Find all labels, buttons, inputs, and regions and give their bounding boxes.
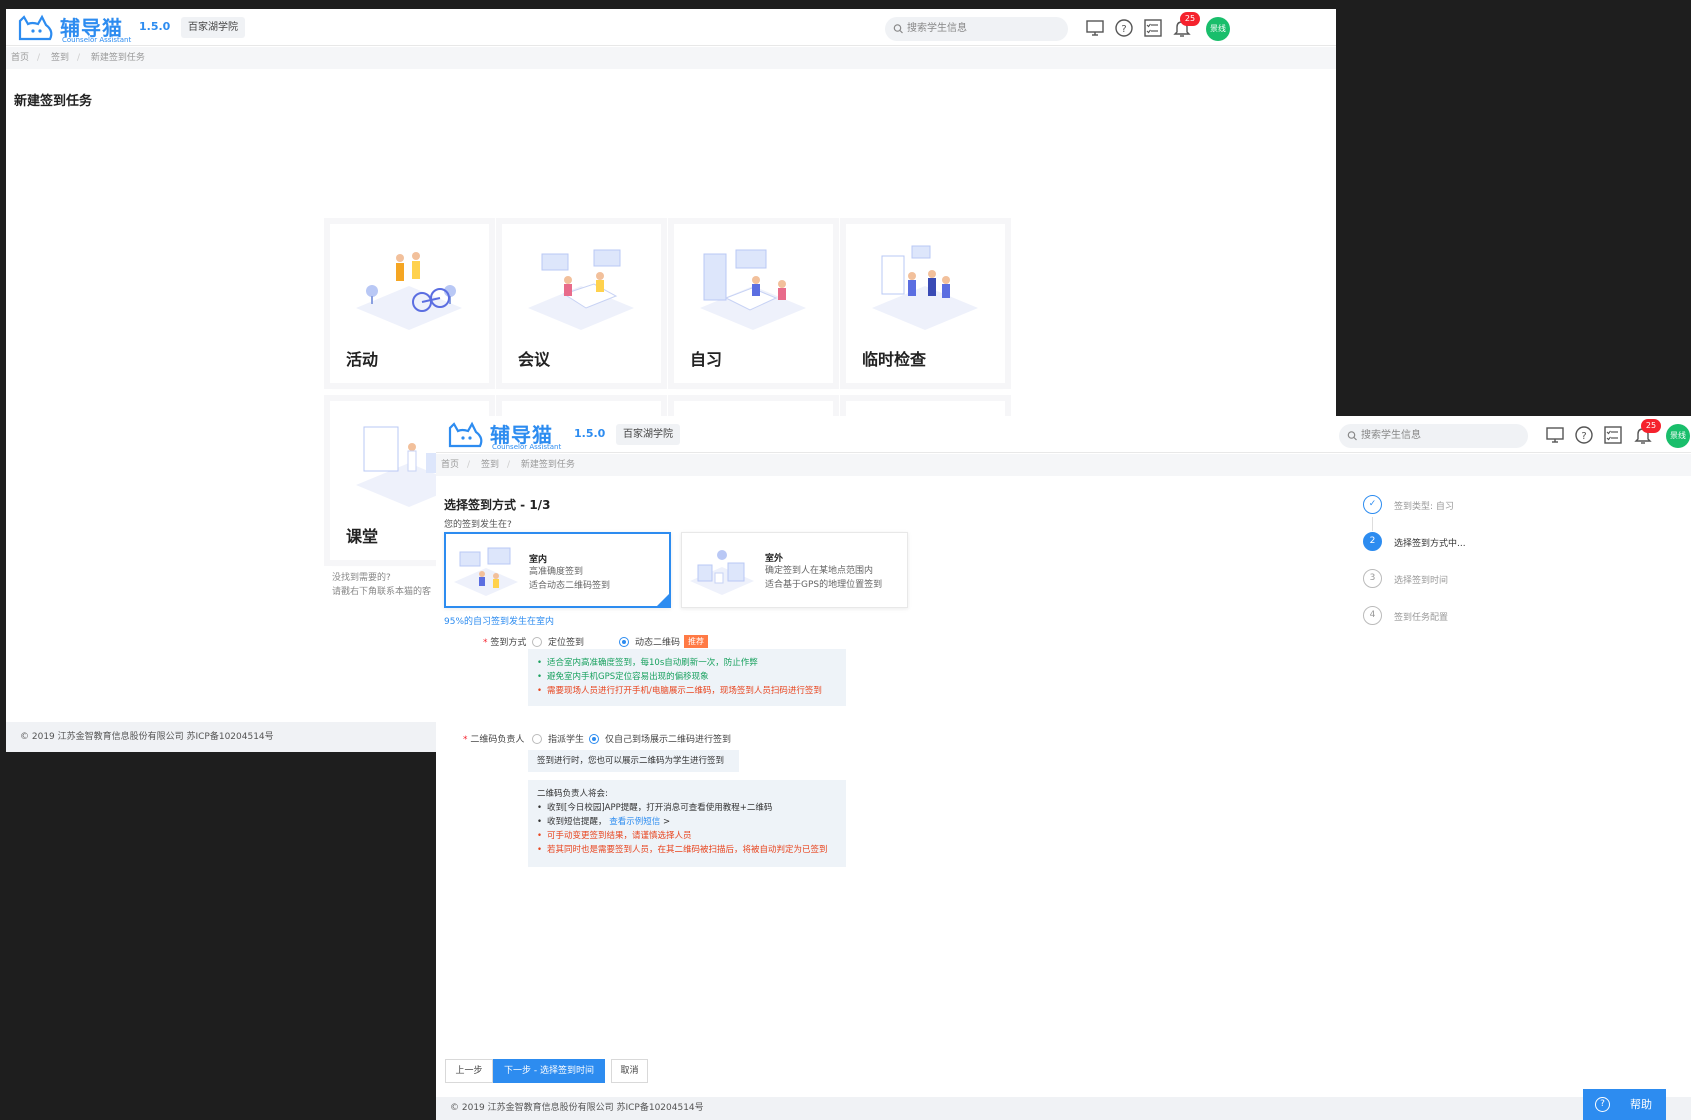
card-label: 课堂 (346, 527, 379, 546)
prev-button[interactable]: 上一步 (445, 1059, 493, 1083)
search-input[interactable]: 搜索学生信息 (1339, 424, 1528, 448)
radio-assign-student[interactable]: 指派学生 (532, 732, 584, 745)
qrcode-tips: 适合室内高准确度签到，每10s自动刷新一次，防止作弊 避免室内手机GPS定位容易… (528, 649, 846, 706)
option-indoor[interactable]: 室内 高准确度签到 适合动态二维码签到 (444, 532, 671, 608)
step-3: 3 选择签到时间 (1363, 569, 1543, 589)
breadcrumb-home[interactable]: 首页 (11, 53, 29, 63)
step-4: 4 签到任务配置 (1363, 606, 1543, 626)
svg-text:?: ? (1581, 431, 1586, 442)
selected-check-icon (657, 594, 669, 606)
task-list-icon[interactable] (1602, 424, 1624, 446)
brand-subtitle: Counselor Assistant (492, 443, 562, 451)
notification-bell[interactable]: 25 (1632, 419, 1661, 446)
self-study-illustration-icon (700, 249, 806, 330)
card-meeting[interactable]: 会议 (502, 224, 661, 383)
search-icon (893, 24, 903, 34)
page-title: 选择签到方式 - 1/3 (444, 498, 551, 512)
school-selector[interactable]: 百家湖学院 (616, 424, 680, 445)
search-icon (1347, 431, 1357, 441)
radio-dynamic-qrcode[interactable]: 动态二维码 推荐 (619, 635, 709, 648)
footer: © 2019 江苏金智教育信息股份有限公司 苏ICP备10204514号 (436, 1097, 1691, 1120)
monitor-icon[interactable] (1084, 17, 1106, 39)
indoor-illustration-icon (454, 547, 518, 596)
breadcrumb-current: 新建签到任务 (90, 53, 145, 63)
breadcrumb-current: 新建签到任务 (520, 460, 575, 470)
monitor-icon[interactable] (1544, 424, 1566, 446)
notification-badge: 25 (1641, 419, 1661, 433)
brand-subtitle: Counselor Assistant (62, 36, 132, 44)
breadcrumb-checkin[interactable]: 签到 (51, 53, 69, 63)
activity-illustration-icon (356, 252, 462, 330)
svg-text:?: ? (1121, 24, 1126, 35)
owner-info: 签到进行时，您也可以展示二维码为学生进行签到 (528, 750, 739, 772)
help-hint: 没找到需要的? 请戳右下角联系本猫的客 (332, 573, 432, 597)
user-avatar[interactable]: 景线 (1666, 424, 1690, 448)
breadcrumb: 首页 / 签到 / 新建签到任务 (6, 47, 1336, 69)
option-outdoor[interactable]: 室外 确定签到人在某地点范围内 适合基于GPS的地理位置签到 (681, 532, 908, 608)
owner-will-receive: 二维码负责人将会: 收到[今日校园]APP提醒，打开消息可查看使用教程+二维码 … (528, 780, 846, 867)
radio-self-show-qrcode[interactable]: 仅自己到场展示二维码进行签到 (589, 732, 731, 745)
sample-sms-link[interactable]: 查看示例短信 (609, 817, 660, 827)
checkin-method-label: * 签到方式 (483, 638, 527, 648)
breadcrumb-home[interactable]: 首页 (441, 460, 459, 470)
top-header: 辅导猫 Counselor Assistant 1.5.0 百家湖学院 搜索学生… (436, 416, 1691, 453)
breadcrumb: 首页 / 签到 / 新建签到任务 (436, 454, 1691, 476)
step-check-icon: ✓ (1363, 495, 1382, 514)
checkin-method-window: 辅导猫 Counselor Assistant 1.5.0 百家湖学院 搜索学生… (436, 416, 1691, 1120)
card-label: 自习 (690, 350, 723, 369)
version-label: 1.5.0 (574, 427, 606, 440)
version-label: 1.5.0 (139, 20, 171, 33)
help-button[interactable]: ? 帮助 (1583, 1089, 1666, 1120)
notification-badge: 25 (1180, 12, 1200, 26)
option-title: 室内 (529, 555, 548, 565)
qrcode-owner-label: * 二维码负责人 (463, 735, 525, 745)
option-description: 高准确度签到 适合动态二维码签到 (529, 567, 611, 591)
recommend-badge: 推荐 (684, 635, 709, 648)
card-spot-check[interactable]: 临时检查 (846, 224, 1005, 383)
user-avatar[interactable]: 景线 (1206, 17, 1230, 41)
school-selector[interactable]: 百家湖学院 (181, 17, 245, 38)
location-question: 您的签到发生在? (444, 520, 512, 530)
card-label: 活动 (346, 350, 379, 369)
outdoor-illustration-icon (690, 550, 754, 595)
step-2: 2 选择签到方式中... (1363, 532, 1543, 552)
top-header: 辅导猫 Counselor Assistant 1.5.0 百家湖学院 搜索学生… (6, 9, 1336, 46)
page-title: 新建签到任务 (14, 94, 93, 109)
card-label: 会议 (518, 350, 551, 369)
question-icon: ? (1595, 1097, 1610, 1112)
cancel-button[interactable]: 取消 (611, 1059, 648, 1083)
next-button[interactable]: 下一步 - 选择签到时间 (493, 1059, 605, 1083)
step-1: ✓ 签到类型: 自习 (1363, 495, 1543, 515)
cat-logo-icon (18, 14, 53, 41)
notification-bell[interactable]: 25 (1171, 12, 1200, 39)
card-label: 临时检查 (862, 350, 927, 369)
card-activity[interactable]: 活动 (330, 224, 489, 383)
help-icon[interactable]: ? (1573, 424, 1595, 446)
meeting-illustration-icon (528, 249, 634, 330)
help-icon[interactable]: ? (1113, 17, 1135, 39)
task-list-icon[interactable] (1142, 17, 1164, 39)
option-title: 室外 (765, 554, 784, 564)
spot-check-illustration-icon (872, 245, 978, 330)
search-input[interactable]: 搜索学生信息 (885, 17, 1068, 41)
cat-logo-icon (448, 421, 483, 448)
breadcrumb-checkin[interactable]: 签到 (481, 460, 499, 470)
indoor-statistic-note: 95%的自习签到发生在室内 (444, 617, 555, 627)
app-logo[interactable]: 辅导猫 Counselor Assistant (446, 420, 576, 452)
card-self-study[interactable]: 自习 (674, 224, 833, 383)
app-logo[interactable]: 辅导猫 Counselor Assistant (16, 13, 146, 45)
radio-location-checkin[interactable]: 定位签到 (532, 635, 584, 648)
option-description: 确定签到人在某地点范围内 适合基于GPS的地理位置签到 (765, 566, 883, 590)
